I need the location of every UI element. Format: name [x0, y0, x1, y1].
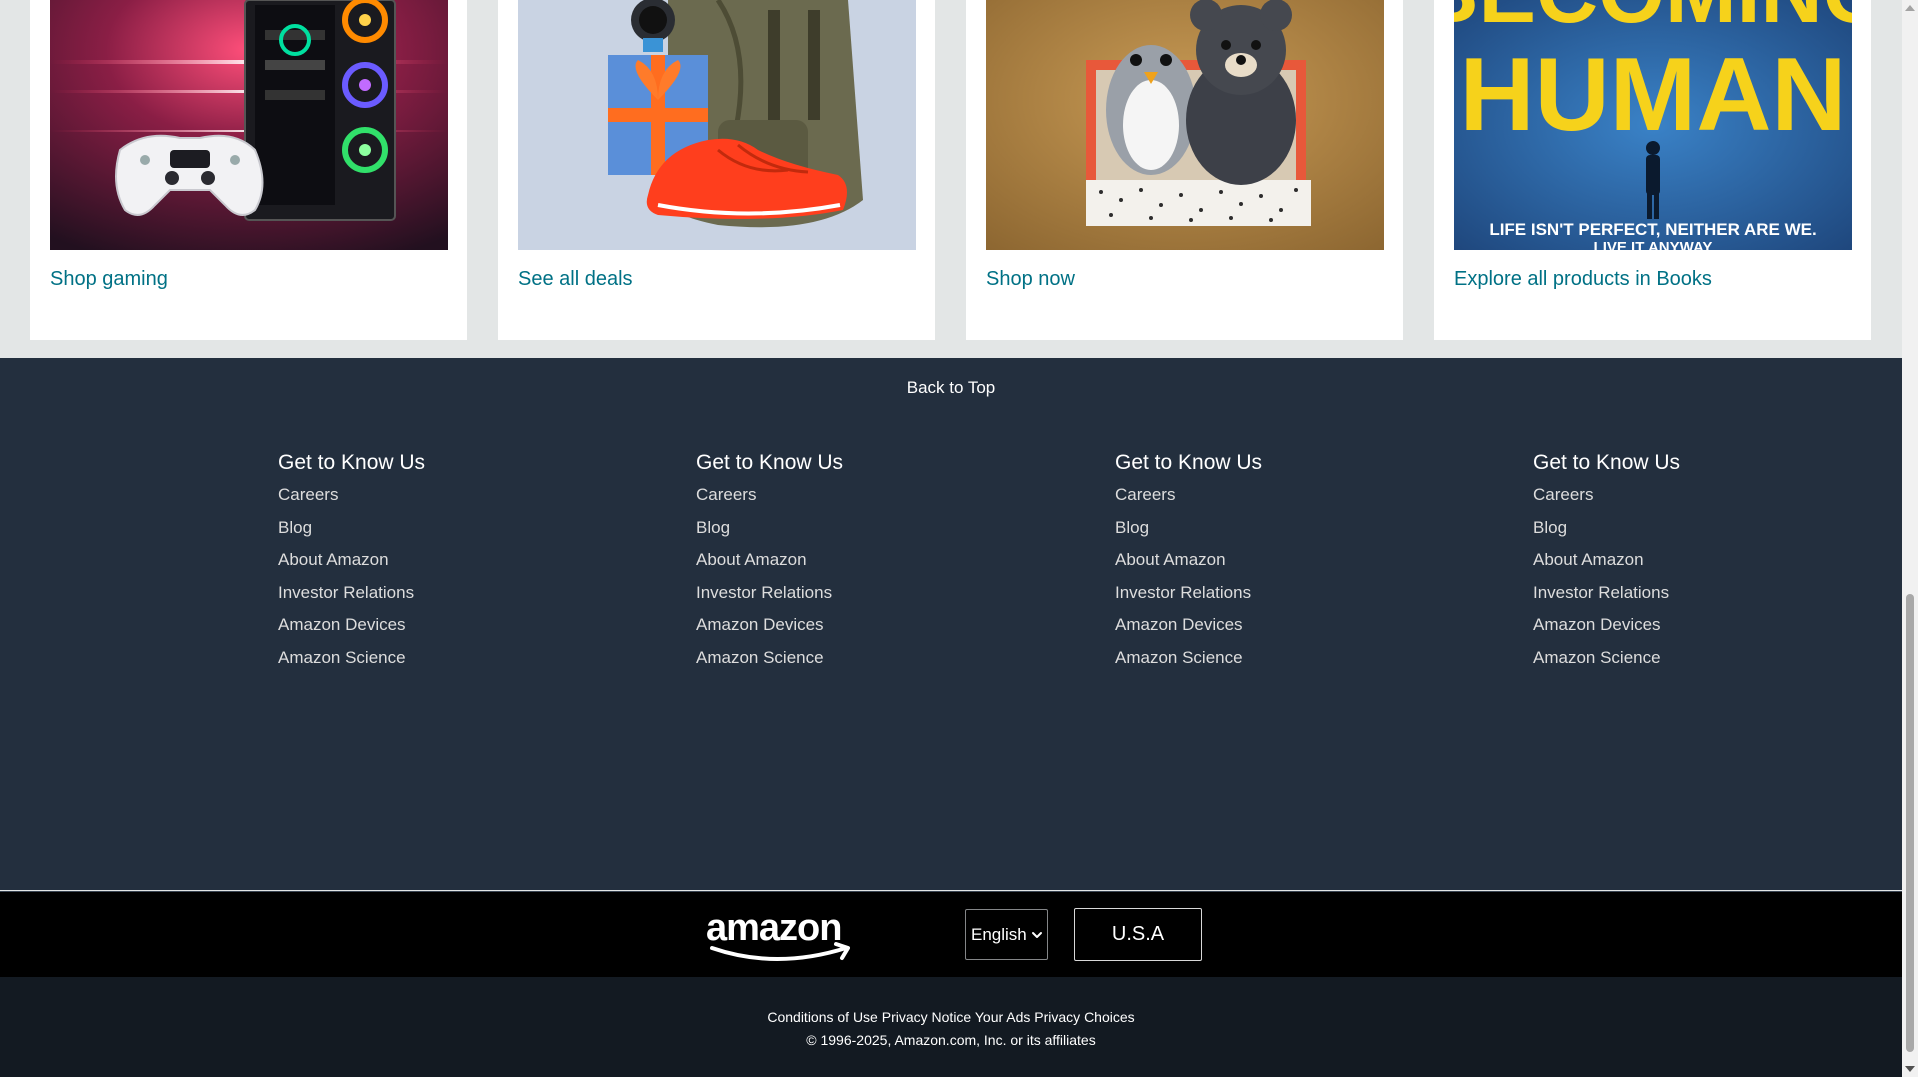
footer-link-careers[interactable]: Careers	[696, 485, 756, 504]
card-toys: Shop now	[966, 0, 1403, 340]
scrollbar-thumb[interactable]	[1906, 594, 1914, 1052]
footer-link-amazon-science[interactable]: Amazon Science	[1533, 648, 1661, 667]
footer-link-blog[interactable]: Blog	[278, 518, 312, 537]
book-tagline-2: LIVE IT ANYWAY	[1594, 239, 1713, 250]
footer-column-heading: Get to Know Us	[1115, 451, 1263, 474]
shop-gaming-link[interactable]: Shop gaming	[50, 268, 168, 291]
gaming-pc-controller-image[interactable]	[50, 0, 448, 250]
footer-nav: Get to Know Us Careers Blog About Amazon…	[0, 418, 1902, 890]
footer-link-amazon-devices[interactable]: Amazon Devices	[1115, 615, 1243, 634]
footer-link-investor-relations[interactable]: Investor Relations	[1115, 583, 1251, 602]
footer-link-about-amazon[interactable]: About Amazon	[1115, 550, 1226, 569]
footer-link-investor-relations[interactable]: Investor Relations	[1533, 583, 1669, 602]
conditions-of-use-link[interactable]: Conditions of Use	[767, 1009, 878, 1025]
privacy-notice-link[interactable]: Privacy Notice	[882, 1009, 971, 1025]
ads-privacy-choices-link[interactable]: Your Ads Privacy Choices	[975, 1009, 1135, 1025]
country-button[interactable]: U.S.A	[1074, 908, 1202, 961]
footer-link-amazon-devices[interactable]: Amazon Devices	[278, 615, 406, 634]
footer-link-blog[interactable]: Blog	[1533, 518, 1567, 537]
footer-column: Get to Know Us Careers Blog About Amazon…	[278, 450, 578, 680]
chevron-down-icon	[1031, 931, 1042, 938]
language-select[interactable]: English	[965, 909, 1048, 960]
footer-column: Get to Know Us Careers Blog About Amazon…	[1115, 450, 1415, 680]
book-title: HUMAN	[1459, 37, 1846, 153]
amazon-logo-text: amazon	[706, 908, 841, 949]
footer-link-blog[interactable]: Blog	[1115, 518, 1149, 537]
footer-column: Get to Know Us Careers Blog About Amazon…	[696, 450, 996, 680]
plush-toys-image[interactable]	[986, 0, 1384, 250]
card-deals: See all deals	[498, 0, 935, 340]
scroll-up-arrow-icon[interactable]	[1905, 5, 1915, 11]
footer-link-amazon-devices[interactable]: Amazon Devices	[1533, 615, 1661, 634]
footer-link-about-amazon[interactable]: About Amazon	[278, 550, 389, 569]
footer-link-careers[interactable]: Careers	[278, 485, 338, 504]
footer-link-about-amazon[interactable]: About Amazon	[1533, 550, 1644, 569]
scroll-down-arrow-icon[interactable]	[1905, 1066, 1915, 1072]
book-cover-image[interactable]: BECOMING HUMAN LIFE ISN'T PERFECT, NEITH…	[1454, 0, 1852, 250]
footer-link-investor-relations[interactable]: Investor Relations	[278, 583, 414, 602]
footer-link-careers[interactable]: Careers	[1533, 485, 1593, 504]
legal-footer: Conditions of Use Privacy Notice Your Ad…	[0, 977, 1902, 1077]
footer-link-careers[interactable]: Careers	[1115, 485, 1175, 504]
footer-logo-strip: amazon English U.S.A	[0, 891, 1902, 977]
language-selected: English	[971, 924, 1027, 944]
footer-link-investor-relations[interactable]: Investor Relations	[696, 583, 832, 602]
footer-link-amazon-devices[interactable]: Amazon Devices	[696, 615, 824, 634]
footer-column-heading: Get to Know Us	[278, 451, 426, 474]
vertical-scrollbar[interactable]	[1902, 0, 1918, 1077]
footer-column-heading: Get to Know Us	[1533, 451, 1681, 474]
see-all-deals-link[interactable]: See all deals	[518, 268, 633, 291]
footer-link-blog[interactable]: Blog	[696, 518, 730, 537]
book-tagline: LIFE ISN'T PERFECT, NEITHER ARE WE.	[1489, 220, 1816, 239]
shop-now-link[interactable]: Shop now	[986, 268, 1075, 291]
footer-link-amazon-science[interactable]: Amazon Science	[696, 648, 824, 667]
card-books: BECOMING HUMAN LIFE ISN'T PERFECT, NEITH…	[1434, 0, 1871, 340]
legal-links: Conditions of Use Privacy Notice Your Ad…	[0, 1009, 1902, 1025]
product-cards-row: Shop gaming See all deals Shop now HUMAN…	[0, 0, 1902, 358]
back-to-top-button[interactable]: Back to Top	[0, 358, 1902, 418]
amazon-logo[interactable]: amazon	[706, 907, 864, 964]
footer-link-amazon-science[interactable]: Amazon Science	[278, 648, 406, 667]
copyright-text: © 1996-2025, Amazon.com, Inc. or its aff…	[806, 1032, 1096, 1048]
footer-column: Get to Know Us Careers Blog About Amazon…	[1533, 450, 1833, 680]
footer-link-amazon-science[interactable]: Amazon Science	[1115, 648, 1243, 667]
card-gaming: Shop gaming	[30, 0, 467, 340]
book-title-top: BECOMING	[1454, 0, 1852, 41]
footer-column-heading: Get to Know Us	[696, 451, 844, 474]
footer-link-about-amazon[interactable]: About Amazon	[696, 550, 807, 569]
deals-backpack-sneaker-image[interactable]	[518, 0, 916, 250]
explore-books-link[interactable]: Explore all products in Books	[1454, 268, 1712, 291]
